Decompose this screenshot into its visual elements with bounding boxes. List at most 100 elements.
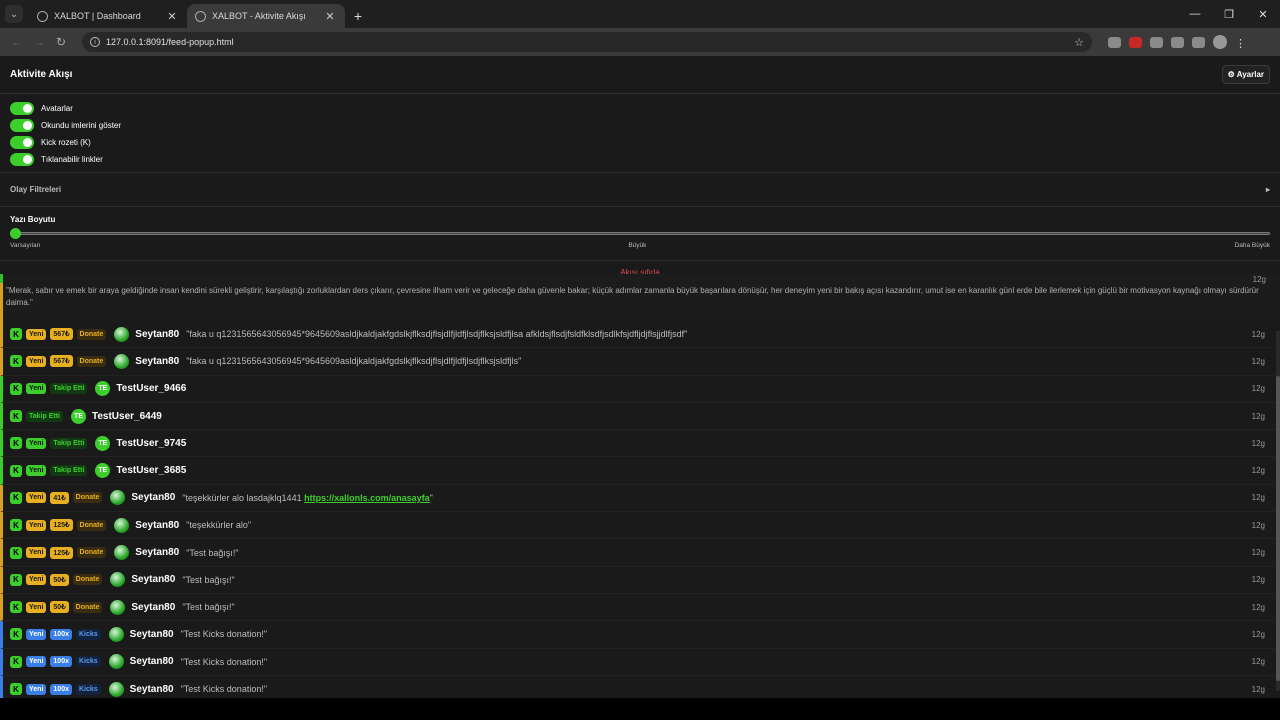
username[interactable]: TestUser_3685: [116, 465, 186, 476]
amount-badge: 100x: [50, 656, 72, 668]
event-time: 12g: [1251, 329, 1265, 339]
avatar: [108, 626, 124, 642]
event-time: 12g: [1251, 602, 1265, 612]
toggle-switch[interactable]: [10, 153, 34, 166]
reload-icon[interactable]: ↻: [50, 35, 72, 49]
close-icon[interactable]: ✕: [165, 10, 179, 23]
forward-icon[interactable]: →: [28, 35, 50, 49]
close-window-icon[interactable]: ✕: [1246, 0, 1280, 28]
event-message: "Test bağışı!": [186, 547, 239, 558]
avatar: TE: [95, 463, 111, 479]
info-icon[interactable]: i: [90, 37, 100, 47]
event-time: 12g: [1251, 438, 1265, 448]
settings-button[interactable]: ⚙ Ayarlar: [1221, 65, 1270, 84]
kick-badge: K: [10, 437, 22, 450]
avatar: [108, 681, 124, 697]
font-size-slider[interactable]: [10, 226, 1270, 240]
event-message: "Test Kicks donation!": [180, 656, 268, 667]
event-message: "Test bağışı!": [182, 574, 235, 585]
toggle-switch[interactable]: [10, 102, 34, 115]
plus-icon[interactable]: +: [345, 8, 371, 24]
scrollbar-thumb[interactable]: [1276, 376, 1280, 681]
toggle-switch[interactable]: [10, 136, 34, 149]
username[interactable]: Seytan80: [135, 547, 179, 558]
username[interactable]: Seytan80: [130, 656, 174, 667]
slider-thumb[interactable]: [10, 228, 21, 239]
font-size-label: Yazı Boyutu: [10, 215, 56, 224]
event-time: 12g: [1251, 657, 1265, 667]
camera-icon[interactable]: [1150, 36, 1163, 48]
event-time: 12g: [1251, 411, 1265, 421]
event-time: 12g: [1251, 466, 1265, 476]
event-filters-toggle[interactable]: Olay Filtreleri ▸: [0, 173, 1280, 207]
toggle-clickable-links[interactable]: Tıklanabilir linkler: [10, 151, 1270, 168]
menu-icon[interactable]: ⋮: [1235, 37, 1246, 50]
browser-tab-feed[interactable]: XALBOT - Aktivite Akışı ✕: [187, 4, 345, 28]
tab-title: XALBOT - Aktivite Akışı: [212, 11, 306, 21]
username[interactable]: Seytan80: [131, 492, 175, 503]
bottom-bar: [0, 698, 1280, 720]
amount-badge: 100x: [50, 628, 72, 640]
event-message: "Test Kicks donation!": [180, 629, 268, 640]
extension-icon[interactable]: [1129, 36, 1142, 48]
media-icon[interactable]: [1192, 36, 1205, 48]
avatar: [108, 654, 124, 670]
new-badge: Yeni: [26, 547, 47, 559]
feed-row: K Yeni 567₺ Donate Seytan80 "faka u q12315656…: [0, 348, 1280, 376]
event-type-badge: Kicks: [75, 683, 101, 695]
toggle-switch[interactable]: [10, 119, 34, 132]
restore-icon[interactable]: ❐: [1212, 0, 1246, 28]
event-message: "faka u q1231565643056945*9645609asldjka…: [186, 329, 688, 340]
message-link[interactable]: https://xallonls.com/anasayfa: [304, 493, 430, 503]
chevron-right-icon: ▸: [1265, 185, 1270, 194]
username[interactable]: Seytan80: [131, 602, 175, 613]
feed-list: 12g "Merak, sabır ve emek bir araya geld…: [0, 274, 1280, 698]
avatar: [114, 545, 130, 561]
toggle-label: Avatarlar: [41, 104, 73, 113]
address-bar: ← → ↻ i 127.0.0.1:8091/feed-popup.html ☆…: [0, 28, 1280, 56]
username[interactable]: Seytan80: [131, 574, 175, 585]
amount-badge: 125₺: [50, 546, 73, 559]
puzzle-icon[interactable]: [1171, 36, 1184, 48]
amount-badge: 567₺: [50, 328, 73, 341]
url-field[interactable]: i 127.0.0.1:8091/feed-popup.html ☆: [82, 32, 1092, 52]
slider-mark-larger: Daha Büyük: [1234, 242, 1270, 249]
event-type-badge: Donate: [76, 547, 107, 559]
event-time: 12g: [1252, 275, 1266, 284]
tab-title: XALBOT | Dashboard: [54, 11, 141, 21]
close-icon[interactable]: ✕: [323, 10, 337, 23]
username[interactable]: Seytan80: [135, 356, 179, 367]
event-message: "teşekkürler alo lasdajklq1441 https://x…: [182, 492, 433, 503]
tab-list-icon[interactable]: ⌄: [5, 5, 23, 23]
event-filters-label: Olay Filtreleri: [10, 185, 62, 194]
username[interactable]: TestUser_6449: [92, 411, 162, 422]
avatar: [114, 353, 130, 369]
username[interactable]: Seytan80: [130, 684, 174, 695]
username[interactable]: TestUser_9466: [116, 383, 186, 394]
kick-badge: K: [10, 328, 22, 341]
avatar: TE: [70, 408, 86, 424]
event-message: "teşekkürler alo": [186, 520, 252, 531]
star-icon[interactable]: ☆: [1074, 36, 1084, 49]
username[interactable]: TestUser_9745: [116, 438, 186, 449]
new-badge: Yeni: [26, 656, 47, 668]
username[interactable]: Seytan80: [135, 520, 179, 531]
toggle-kick-badge[interactable]: Kick rozeti (K): [10, 134, 1270, 151]
toggle-avatars[interactable]: Avatarlar: [10, 100, 1270, 117]
extension-icon[interactable]: [1108, 36, 1121, 48]
event-type-badge: Takip Etti: [50, 465, 88, 477]
username[interactable]: Seytan80: [130, 629, 174, 640]
profile-avatar-icon[interactable]: [1213, 35, 1227, 49]
avatar: [114, 326, 130, 342]
event-message: "Test bağışı!": [182, 602, 235, 613]
event-type-badge: Donate: [76, 355, 107, 367]
username[interactable]: Seytan80: [135, 329, 179, 340]
back-icon[interactable]: ←: [6, 35, 28, 49]
slider-mark-large: Büyük: [628, 242, 647, 249]
minimize-icon[interactable]: —: [1178, 0, 1212, 28]
font-size-section: Yazı Boyutu Varsayılan Büyük Daha Büyük: [0, 207, 1280, 261]
toggle-read-marks[interactable]: Okundu imlerini göster: [10, 117, 1270, 134]
kick-badge: K: [10, 464, 22, 477]
slider-mark-default: Varsayılan: [10, 242, 41, 249]
browser-tab-dashboard[interactable]: XALBOT | Dashboard ✕: [29, 4, 187, 28]
